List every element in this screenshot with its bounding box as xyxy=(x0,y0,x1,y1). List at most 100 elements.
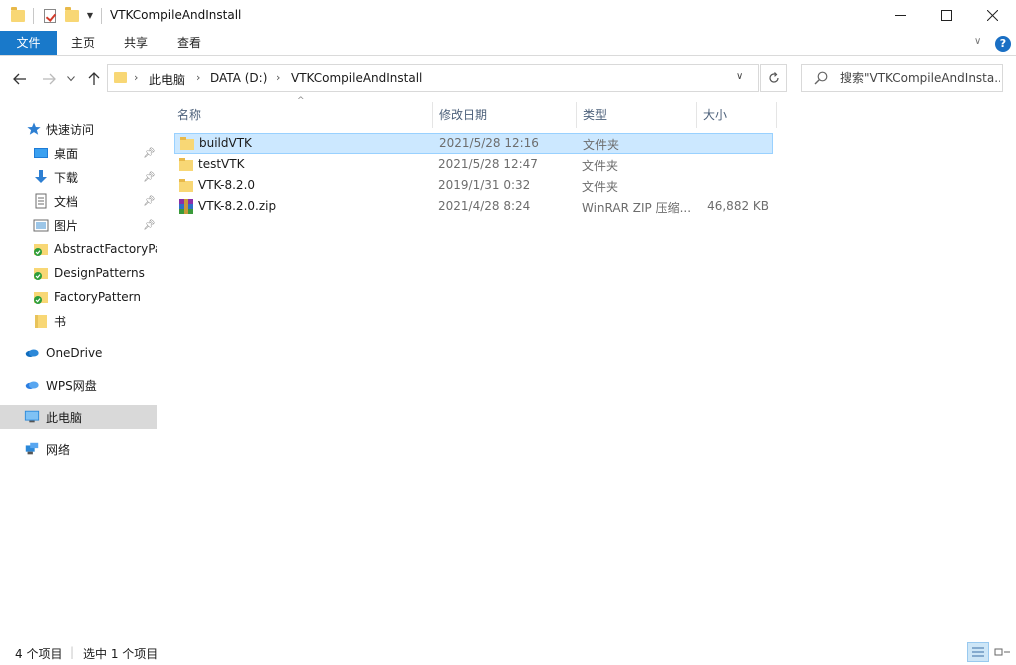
large-icons-view-button[interactable] xyxy=(992,644,1012,660)
sidebar-item-network[interactable]: 网络 xyxy=(0,438,157,460)
chevron-right-icon: › xyxy=(196,71,201,84)
download-icon xyxy=(35,170,47,183)
sidebar-item-pictures[interactable]: 图片 📌︎ xyxy=(0,214,157,236)
sidebar-item-books[interactable]: 书 xyxy=(0,310,157,332)
close-button[interactable] xyxy=(969,0,1015,31)
column-divider[interactable] xyxy=(776,102,777,128)
sidebar-item-label: 文档 xyxy=(54,194,79,209)
sidebar-item-documents[interactable]: 文档 📌︎ xyxy=(0,190,157,212)
tab-view[interactable]: 查看 xyxy=(163,31,215,55)
file-date: 2021/4/28 8:24 xyxy=(438,199,531,213)
tab-home[interactable]: 主页 xyxy=(57,31,109,55)
tab-file[interactable]: 文件 xyxy=(0,31,57,55)
cloud-icon xyxy=(25,349,39,357)
sidebar-item-wps-drive[interactable]: WPS网盘 xyxy=(0,374,157,396)
properties-icon[interactable] xyxy=(42,0,58,31)
column-header: 名称 修改日期 类型 大小 xyxy=(170,102,777,128)
toolbar-separator xyxy=(32,0,34,31)
file-row-vtk-8-2-0[interactable]: VTK-8.2.0 2019/1/31 0:32 文件夹 xyxy=(174,176,773,197)
sidebar-item-label: FactoryPattern xyxy=(54,290,142,304)
sidebar-item-onedrive[interactable]: OneDrive xyxy=(0,342,157,364)
sidebar-item-label: DesignPatterns xyxy=(54,266,145,280)
folder-icon xyxy=(180,137,194,150)
forward-button[interactable] xyxy=(40,70,58,88)
help-icon[interactable]: ? xyxy=(995,36,1011,52)
folder-synced-icon xyxy=(34,292,48,304)
file-date: 2021/5/28 12:16 xyxy=(439,136,539,150)
refresh-button[interactable] xyxy=(760,64,787,92)
file-date: 2019/1/31 0:32 xyxy=(438,178,531,192)
address-history-dropdown-icon[interactable]: ∨ xyxy=(736,71,743,82)
refresh-icon xyxy=(768,72,779,83)
column-name[interactable]: 名称 xyxy=(170,102,432,128)
file-type: 文件夹 xyxy=(583,138,620,152)
sidebar-item-this-pc[interactable]: 此电脑 xyxy=(0,405,157,429)
column-size[interactable]: 大小 xyxy=(696,102,776,128)
column-type[interactable]: 类型 xyxy=(576,102,696,128)
minimize-button[interactable] xyxy=(877,0,923,31)
folder-icon xyxy=(114,72,127,83)
maximize-button[interactable] xyxy=(923,0,969,31)
sidebar-item-downloads[interactable]: 下载 📌︎ xyxy=(0,166,157,188)
up-button[interactable] xyxy=(86,70,102,88)
network-icon xyxy=(25,442,39,455)
expand-ribbon-icon[interactable]: ∨ xyxy=(974,36,981,47)
folder-icon[interactable] xyxy=(10,0,26,31)
document-icon xyxy=(35,193,47,209)
sidebar-item-quick-access[interactable]: 快速访问 xyxy=(0,118,157,140)
back-button[interactable] xyxy=(11,70,29,88)
quick-access-dropdown-icon[interactable]: ▼ xyxy=(84,0,96,31)
sidebar-item-label: 桌面 xyxy=(54,146,79,161)
details-view-button[interactable] xyxy=(967,642,989,662)
chevron-down-icon xyxy=(67,76,75,82)
breadcrumb-drive[interactable]: DATA (D:) xyxy=(210,71,267,85)
sidebar-item-label: AbstractFactoryPa xyxy=(54,242,157,256)
large-icons-view-icon xyxy=(994,648,1010,656)
sidebar-item-design-patterns[interactable]: DesignPatterns xyxy=(0,262,157,284)
toolbar-separator xyxy=(100,0,102,31)
winrar-archive-icon xyxy=(179,199,193,214)
search-box[interactable] xyxy=(801,64,1003,92)
file-name: VTK-8.2.0 xyxy=(198,178,256,192)
file-date: 2021/5/28 12:47 xyxy=(438,157,538,171)
sidebar-item-label: 书 xyxy=(54,314,67,329)
up-arrow-icon xyxy=(88,72,100,85)
sidebar-item-label: WPS网盘 xyxy=(46,378,97,393)
title-bar: ▼ VTKCompileAndInstall xyxy=(0,0,1016,31)
file-row-vtk-zip[interactable]: VTK-8.2.0.zip 2021/4/28 8:24 WinRAR ZIP … xyxy=(174,197,773,218)
file-name: buildVTK xyxy=(199,136,252,150)
sidebar-item-label: 网络 xyxy=(46,442,71,457)
navigation-pane: 快速访问 桌面 📌︎ 下载 📌︎ 文档 📌︎ 图片 📌︎ AbstractFac… xyxy=(0,102,160,632)
close-icon xyxy=(986,10,998,21)
sidebar-item-factory-pattern[interactable]: FactoryPattern xyxy=(0,286,157,308)
sidebar-item-abstract-factory[interactable]: AbstractFactoryPa xyxy=(0,238,157,260)
folder-synced-icon xyxy=(34,268,48,280)
selected-count: 选中 1 个项目 xyxy=(83,647,159,661)
breadcrumb-current-folder[interactable]: VTKCompileAndInstall xyxy=(291,71,422,85)
address-bar[interactable]: › 此电脑 › DATA (D:) › VTKCompileAndInstall… xyxy=(107,64,759,92)
file-name: VTK-8.2.0.zip xyxy=(198,199,277,213)
folder-icon xyxy=(179,158,193,171)
status-separator: | xyxy=(70,645,75,659)
breadcrumb-this-pc[interactable]: 此电脑 xyxy=(149,71,185,88)
file-type: 文件夹 xyxy=(582,159,619,173)
chevron-right-icon: › xyxy=(276,71,281,84)
search-input[interactable] xyxy=(840,66,1000,90)
sidebar-item-desktop[interactable]: 桌面 📌︎ xyxy=(0,142,157,164)
window-title: VTKCompileAndInstall xyxy=(110,8,242,22)
recent-locations-button[interactable] xyxy=(65,70,77,88)
pin-icon: 📌︎ xyxy=(143,147,156,159)
file-name: testVTK xyxy=(198,157,245,171)
sidebar-item-label: OneDrive xyxy=(46,346,103,360)
maximize-icon xyxy=(940,10,952,21)
pin-icon: 📌︎ xyxy=(143,195,156,207)
file-row-testvtk[interactable]: testVTK 2021/5/28 12:47 文件夹 xyxy=(174,155,773,176)
sidebar-item-label: 图片 xyxy=(54,218,79,233)
column-date-modified[interactable]: 修改日期 xyxy=(432,102,576,128)
tab-share[interactable]: 共享 xyxy=(109,31,163,55)
sidebar-item-label: 下载 xyxy=(54,170,79,185)
computer-icon xyxy=(24,410,40,423)
cloud-icon xyxy=(25,381,39,389)
new-folder-icon[interactable] xyxy=(64,0,80,31)
file-row-buildvtk[interactable]: buildVTK 2021/5/28 12:16 文件夹 xyxy=(174,133,773,154)
